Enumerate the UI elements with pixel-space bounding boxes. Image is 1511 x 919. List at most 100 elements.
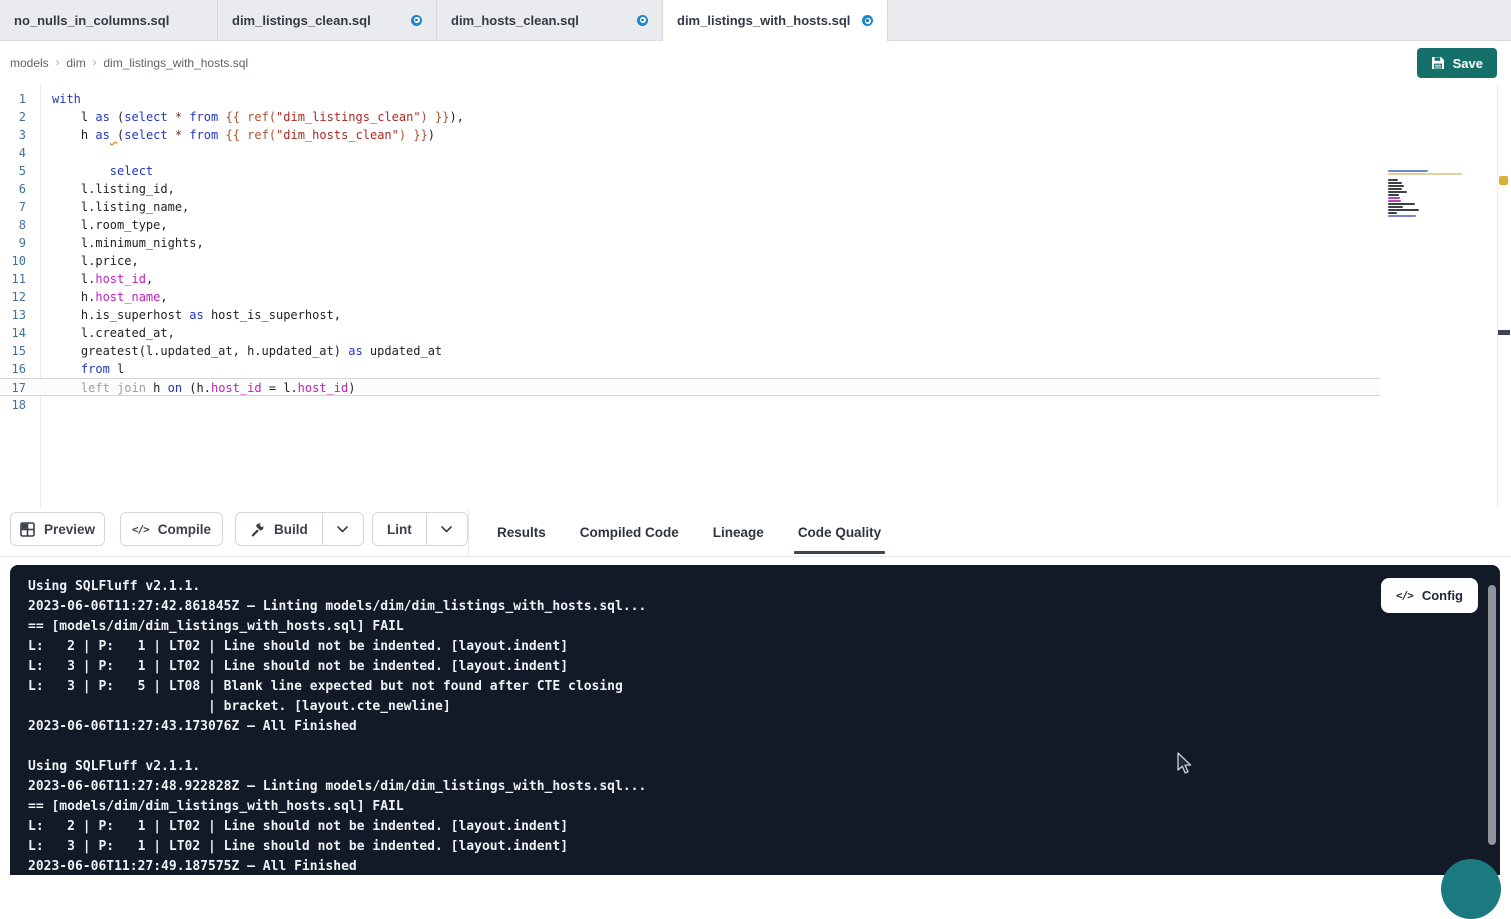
code-line-11[interactable]: 11 l.host_id, — [0, 270, 1380, 288]
build-button[interactable]: Build — [236, 513, 322, 545]
unsaved-changes-dot-icon — [637, 15, 648, 26]
breadcrumb-item[interactable]: models — [10, 56, 49, 70]
chevron-down-icon — [441, 526, 452, 533]
minimap-row — [1388, 215, 1416, 217]
code-text: h.is_superhost as host_is_superhost, — [40, 306, 341, 324]
breadcrumb-item[interactable]: dim — [66, 56, 85, 70]
code-line-2[interactable]: 2 l as (select * from {{ ref("dim_listin… — [0, 108, 1380, 126]
code-line-16[interactable]: 16 from l — [0, 360, 1380, 378]
line-number: 18 — [0, 396, 40, 414]
line-number: 17 — [0, 379, 40, 395]
tab-label: dim_listings_clean.sql — [232, 13, 371, 28]
floppy-icon — [1431, 56, 1445, 70]
terminal-output-line: == [models/dim/dim_listings_with_hosts.s… — [28, 617, 646, 637]
terminal-output-line: L: 3 | P: 1 | LT02 | Line should not be … — [28, 657, 646, 677]
line-number: 3 — [0, 126, 40, 144]
editor-tab-bar: no_nulls_in_columns.sql dim_listings_clea… — [0, 0, 1511, 41]
code-line-6[interactable]: 6 l.listing_id, — [0, 180, 1380, 198]
breadcrumb-row: models›dim›dim_listings_with_hosts.sql S… — [0, 41, 1511, 85]
code-line-10[interactable]: 10 l.price, — [0, 252, 1380, 270]
panel-tab-compiled-code[interactable]: Compiled Code — [580, 508, 679, 556]
terminal-output-line: 2023-06-06T11:27:43.173076Z – All Finish… — [28, 717, 646, 737]
code-icon: </> — [1396, 589, 1413, 602]
minimap-row — [1388, 203, 1415, 205]
editor-tab-dim-listings-with-hosts[interactable]: dim_listings_with_hosts.sql — [663, 0, 888, 41]
editor-tab-no-nulls-in-columns[interactable]: no_nulls_in_columns.sql — [0, 0, 218, 40]
terminal-output-line: Using SQLFluff v2.1.1. — [28, 757, 646, 777]
code-line-9[interactable]: 9 l.minimum_nights, — [0, 234, 1380, 252]
code-line-8[interactable]: 8 l.room_type, — [0, 216, 1380, 234]
minimap-row — [1388, 191, 1407, 193]
editor-tab-dim-hosts-clean[interactable]: dim_hosts_clean.sql — [437, 0, 663, 40]
preview-button-label: Preview — [44, 522, 95, 537]
terminal-output-line: 2023-06-06T11:27:42.861845Z – Linting mo… — [28, 597, 646, 617]
code-line-17[interactable]: 17 left join h on (h.host_id = l.host_id… — [0, 378, 1380, 396]
config-button-label: Config — [1422, 588, 1463, 603]
panel-tab-code-quality[interactable]: Code Quality — [798, 508, 881, 556]
code-line-1[interactable]: 1with — [0, 90, 1380, 108]
line-number: 14 — [0, 324, 40, 342]
code-text: from l — [40, 360, 124, 378]
line-number: 7 — [0, 198, 40, 216]
code-line-7[interactable]: 7 l.listing_name, — [0, 198, 1380, 216]
minimap-row — [1388, 188, 1402, 190]
terminal-output-line: L: 2 | P: 1 | LT02 | Line should not be … — [28, 637, 646, 657]
lint-output-terminal: Using SQLFluff v2.1.1.2023-06-06T11:27:4… — [10, 565, 1500, 875]
line-number: 1 — [0, 90, 40, 108]
build-button-label: Build — [274, 522, 308, 537]
panel-tab-results[interactable]: Results — [497, 508, 546, 556]
scroll-position-marker — [1497, 330, 1510, 335]
code-line-5[interactable]: 5 select — [0, 162, 1380, 180]
code-text: l as (select * from {{ ref("dim_listings… — [40, 108, 464, 126]
lint-button[interactable]: Lint — [373, 513, 426, 545]
code-text: l.host_id, — [40, 270, 153, 288]
minimap-row — [1388, 170, 1428, 172]
code-line-13[interactable]: 13 h.is_superhost as host_is_superhost, — [0, 306, 1380, 324]
save-button-label: Save — [1453, 56, 1483, 71]
minimap-row — [1388, 200, 1401, 202]
compile-button[interactable]: </> Compile — [120, 512, 223, 546]
code-text: l.minimum_nights, — [40, 234, 204, 252]
hammer-icon — [250, 522, 265, 537]
breadcrumb-separator-icon: › — [86, 57, 104, 69]
terminal-output-line — [28, 737, 646, 757]
editor-minimap[interactable] — [1388, 170, 1464, 218]
lint-dropdown-button[interactable] — [426, 513, 467, 545]
code-text: l.price, — [40, 252, 139, 270]
save-button[interactable]: Save — [1417, 48, 1497, 78]
minimap-row — [1388, 182, 1402, 184]
editor-tab-dim-listings-clean[interactable]: dim_listings_clean.sql — [218, 0, 437, 40]
code-text: l.listing_name, — [40, 198, 189, 216]
breadcrumb-separator-icon: › — [49, 57, 67, 69]
code-icon: </> — [132, 523, 149, 536]
code-line-18[interactable]: 18 — [0, 396, 1380, 414]
action-toolbar: Preview </> Compile Build Lint — [0, 508, 1511, 557]
line-number: 15 — [0, 342, 40, 360]
code-text: h as (select * from {{ ref("dim_hosts_cl… — [40, 126, 435, 144]
terminal-scrollbar-thumb[interactable] — [1488, 585, 1496, 845]
line-number: 10 — [0, 252, 40, 270]
panel-tab-lineage[interactable]: Lineage — [713, 508, 764, 556]
preview-button[interactable]: Preview — [10, 512, 105, 546]
compile-button-label: Compile — [158, 522, 211, 537]
build-dropdown-button[interactable] — [322, 513, 363, 545]
code-line-14[interactable]: 14 l.created_at, — [0, 324, 1380, 342]
code-line-12[interactable]: 12 h.host_name, — [0, 288, 1380, 306]
code-line-15[interactable]: 15 greatest(l.updated_at, h.updated_at) … — [0, 342, 1380, 360]
lint-config-button[interactable]: </> Config — [1381, 578, 1478, 613]
tab-label: no_nulls_in_columns.sql — [14, 13, 169, 28]
code-line-3[interactable]: 3 h as (select * from {{ ref("dim_hosts_… — [0, 126, 1380, 144]
code-line-4[interactable]: 4 — [0, 144, 1380, 162]
grid-icon — [20, 522, 35, 537]
minimap-row — [1388, 179, 1398, 181]
breadcrumb-item[interactable]: dim_listings_with_hosts.sql — [103, 56, 248, 70]
code-editor[interactable]: 1with2 l as (select * from {{ ref("dim_l… — [0, 84, 1511, 508]
editor-right-border — [1497, 84, 1498, 508]
terminal-output-line: Using SQLFluff v2.1.1. — [28, 577, 646, 597]
minimap-row — [1388, 197, 1400, 199]
help-floating-button[interactable] — [1441, 859, 1501, 919]
code-text: greatest(l.updated_at, h.updated_at) as … — [40, 342, 442, 360]
line-number: 6 — [0, 180, 40, 198]
unsaved-changes-dot-icon — [862, 15, 873, 26]
code-text: with — [40, 90, 81, 108]
